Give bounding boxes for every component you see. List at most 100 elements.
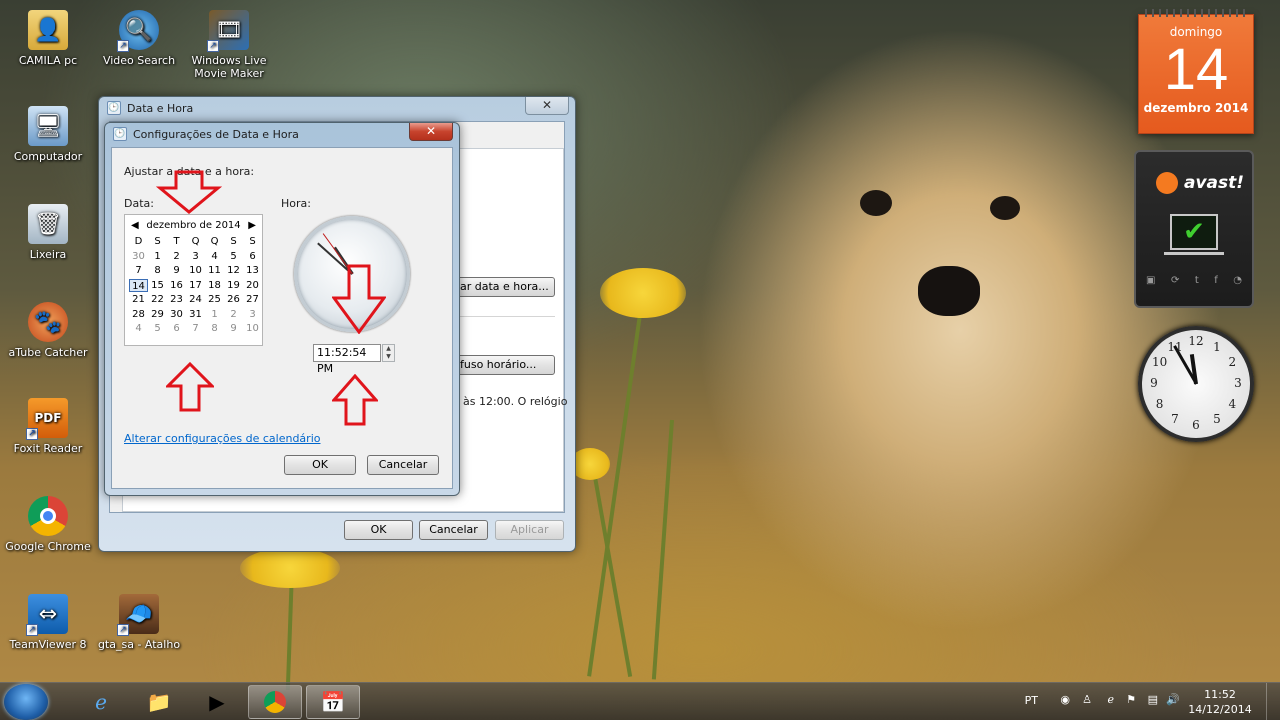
- refresh-icon[interactable]: ⟳: [1171, 275, 1179, 286]
- calendar-day[interactable]: 1: [205, 308, 224, 322]
- clock-numeral: 4: [1228, 397, 1237, 411]
- window-icon[interactable]: ▣: [1146, 275, 1155, 286]
- calendar-day[interactable]: 30: [129, 250, 148, 264]
- calendar-day[interactable]: 19: [224, 279, 243, 293]
- show-desktop-button[interactable]: [1266, 683, 1280, 720]
- next-month-icon[interactable]: ▶: [248, 220, 256, 231]
- close-button[interactable]: ✕: [525, 97, 569, 115]
- user-tray-icon[interactable]: ♙: [1082, 693, 1092, 706]
- desktop-icon-computador[interactable]: 🖥 Computador: [3, 106, 93, 163]
- change-date-time-button[interactable]: ar data e hora...: [455, 277, 555, 297]
- paw-icon: 🐾: [28, 302, 68, 342]
- calendar-day[interactable]: 31: [186, 308, 205, 322]
- calendar-day[interactable]: 1: [148, 250, 167, 264]
- start-button[interactable]: [4, 684, 48, 720]
- calendar-day[interactable]: 10: [243, 322, 262, 336]
- ie-tray-icon[interactable]: ℯ: [1107, 693, 1114, 706]
- calendar-day[interactable]: 8: [205, 322, 224, 336]
- calendar-day[interactable]: 11: [205, 264, 224, 278]
- calendar-day[interactable]: 7: [129, 264, 148, 278]
- desktop-icon-video-search[interactable]: 🔍 ↗ Video Search: [94, 10, 184, 67]
- volume-icon[interactable]: 🔊: [1166, 693, 1180, 706]
- date-time-taskbar-icon[interactable]: 📅: [306, 685, 360, 719]
- apply-button[interactable]: Aplicar: [495, 520, 564, 540]
- ok-button[interactable]: OK: [284, 455, 356, 475]
- desktop-icon-google-chrome[interactable]: Google Chrome: [3, 496, 93, 553]
- calendar-day[interactable]: 26: [224, 293, 243, 307]
- calendar-day[interactable]: 28: [129, 308, 148, 322]
- time-input[interactable]: 11:52:54 PM: [313, 344, 381, 375]
- calendar-day[interactable]: 13: [243, 264, 262, 278]
- desktop-icon-movie-maker[interactable]: 🎞 ↗ Windows Live Movie Maker: [184, 10, 274, 80]
- prev-month-icon[interactable]: ◀: [131, 220, 139, 231]
- desktop-icon-foxit-reader[interactable]: PDF ↗ Foxit Reader: [3, 398, 93, 455]
- calendar-day[interactable]: 5: [224, 250, 243, 264]
- calendar-day[interactable]: 3: [243, 308, 262, 322]
- calendar-day[interactable]: 17: [186, 279, 205, 293]
- calendar-day[interactable]: 9: [224, 322, 243, 336]
- calendar-day[interactable]: 2: [224, 308, 243, 322]
- network-icon[interactable]: ▤: [1148, 693, 1158, 706]
- calendar-day[interactable]: 21: [129, 293, 148, 307]
- ok-button[interactable]: OK: [344, 520, 413, 540]
- calendar-day[interactable]: 9: [167, 264, 186, 278]
- calendar-day[interactable]: 30: [167, 308, 186, 322]
- clock-numeral: 6: [1192, 418, 1200, 432]
- calendar-day[interactable]: 20: [243, 279, 262, 293]
- chrome-taskbar-icon[interactable]: [248, 685, 302, 719]
- close-button[interactable]: ✕: [409, 123, 453, 141]
- calendar-day[interactable]: 14: [129, 278, 148, 292]
- avast-tray-icon[interactable]: ◉: [1060, 693, 1070, 706]
- calendar-day[interactable]: 3: [186, 250, 205, 264]
- desktop-icon-atube-catcher[interactable]: 🐾 aTube Catcher: [3, 302, 93, 359]
- calendar-day[interactable]: 4: [129, 322, 148, 336]
- change-timezone-button[interactable]: fuso horário...: [455, 355, 555, 375]
- calendar-day[interactable]: 27: [243, 293, 262, 307]
- binder-rings: [1145, 9, 1247, 17]
- calendar-day[interactable]: 15: [148, 279, 167, 293]
- avast-logo: avast!: [1156, 172, 1252, 194]
- desktop-icon-teamviewer[interactable]: ⇔ ↗ TeamViewer 8: [3, 594, 93, 651]
- calendar-gadget[interactable]: domingo 14 dezembro 2014: [1138, 9, 1254, 134]
- calendar-day[interactable]: 6: [167, 322, 186, 336]
- internet-explorer-icon[interactable]: ℯ: [74, 685, 128, 719]
- clock-numeral: 3: [1234, 376, 1242, 390]
- calendar-month-year[interactable]: dezembro de 2014: [146, 220, 240, 231]
- clock-gadget[interactable]: 12 1 2 3 4 5 6 7 8 9 10 11: [1138, 326, 1254, 442]
- date-time-icon: 🕒: [107, 101, 121, 115]
- calendar-day[interactable]: 10: [186, 264, 205, 278]
- calendar-day[interactable]: 29: [148, 308, 167, 322]
- calendar-day[interactable]: 7: [186, 322, 205, 336]
- calendar-day[interactable]: 2: [167, 250, 186, 264]
- avast-gadget[interactable]: avast! ✔ ▣ ⟳ t f ◔: [1134, 150, 1254, 308]
- calendar-day[interactable]: 24: [186, 293, 205, 307]
- facebook-icon[interactable]: f: [1214, 275, 1218, 286]
- calendar-day[interactable]: 22: [148, 293, 167, 307]
- desktop-icon-lixeira[interactable]: 🗑 Lixeira: [3, 204, 93, 261]
- media-player-icon[interactable]: ▶: [190, 685, 244, 719]
- language-indicator[interactable]: PT: [1025, 694, 1038, 707]
- desktop-icon-gta-sa[interactable]: 🧢 ↗ gta_sa - Atalho: [94, 594, 184, 651]
- calendar-day[interactable]: 6: [243, 250, 262, 264]
- tray-clock[interactable]: 11:52 14/12/2014: [1182, 687, 1258, 717]
- calendar-day[interactable]: 12: [224, 264, 243, 278]
- file-explorer-icon[interactable]: 📁: [132, 685, 186, 719]
- twitter-icon[interactable]: t: [1195, 275, 1199, 286]
- month-calendar[interactable]: ◀ dezembro de 2014 ▶ D S T Q Q S S 30 1 2 3 4 5 6 7 8 9 1…: [124, 214, 263, 346]
- rss-icon[interactable]: ◔: [1233, 275, 1242, 286]
- calendar-day[interactable]: 18: [205, 279, 224, 293]
- laptop-base: [1164, 252, 1224, 255]
- cancel-button[interactable]: Cancelar: [367, 455, 439, 475]
- action-center-icon[interactable]: ⚑: [1126, 693, 1136, 706]
- calendar-day[interactable]: 25: [205, 293, 224, 307]
- desktop-icon-camila-pc[interactable]: 👤 CAMILA pc: [3, 10, 93, 67]
- clock-numeral: 8: [1155, 397, 1164, 411]
- calendar-day[interactable]: 23: [167, 293, 186, 307]
- calendar-day[interactable]: 16: [167, 279, 186, 293]
- calendar-day[interactable]: 5: [148, 322, 167, 336]
- change-calendar-settings-link[interactable]: Alterar configurações de calendário: [124, 432, 320, 445]
- time-spinner[interactable]: ▲ ▼: [382, 344, 395, 362]
- cancel-button[interactable]: Cancelar: [419, 520, 488, 540]
- calendar-day[interactable]: 8: [148, 264, 167, 278]
- calendar-day[interactable]: 4: [205, 250, 224, 264]
